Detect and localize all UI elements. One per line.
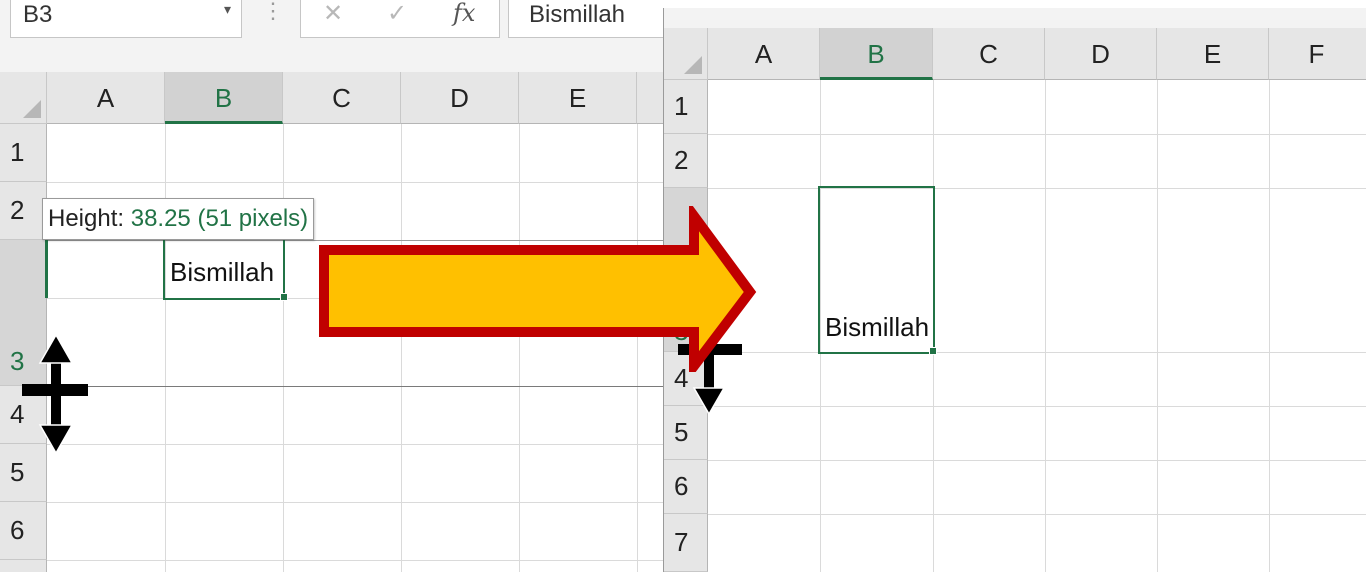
select-all-corner[interactable] (664, 28, 708, 80)
gridline (708, 188, 1366, 189)
row-height-tooltip: Height: 38.25 (51 pixels) (42, 198, 315, 240)
tooltip-label: Height: (48, 205, 125, 232)
tooltip-value: 38.25 (51 pixels) (130, 205, 309, 232)
enter-icon[interactable]: ✓ (387, 0, 407, 28)
gridline (708, 352, 1366, 353)
formula-input[interactable]: Bismillah (508, 0, 665, 38)
right-arrow-icon (319, 206, 757, 372)
row-header-2[interactable]: 2 (0, 182, 47, 240)
gridline (708, 406, 1366, 407)
row-header-6[interactable]: 6 (664, 460, 708, 514)
column-header-c[interactable]: C (933, 28, 1045, 80)
row-header-1[interactable]: 1 (0, 124, 47, 182)
column-header-c[interactable]: C (283, 72, 401, 124)
column-header-e[interactable]: E (1157, 28, 1269, 80)
column-header-d[interactable]: D (1045, 28, 1157, 80)
gridline (47, 560, 665, 561)
gridline (1157, 80, 1158, 572)
row-header-7[interactable] (0, 560, 47, 572)
gridline (165, 124, 166, 572)
gridline (1045, 80, 1046, 572)
column-header-e[interactable]: E (519, 72, 637, 124)
fill-handle[interactable] (280, 293, 288, 301)
column-header-b[interactable]: B (165, 72, 283, 124)
right-excel-window: A B C D E F 1 2 3 4 5 6 7 Bismillah (663, 8, 1366, 572)
fill-handle[interactable] (929, 347, 937, 355)
gridline (283, 124, 284, 572)
select-all-corner[interactable] (0, 72, 47, 124)
row-resize-cursor-icon (22, 335, 88, 455)
column-header-a[interactable]: A (708, 28, 820, 80)
right-cell-grid[interactable] (708, 80, 1366, 572)
formula-bar-grip-icon: ⋮ (262, 0, 284, 23)
cell-b3-text: Bismillah (825, 312, 930, 342)
insert-function-icon[interactable]: fx (453, 0, 475, 27)
column-header-d[interactable]: D (401, 72, 519, 124)
column-header-a[interactable]: A (47, 72, 165, 124)
resize-guide-line (47, 386, 665, 387)
cell-b3-text: Bismillah (170, 257, 275, 287)
top-strip (664, 8, 1366, 28)
chevron-down-icon[interactable]: ▾ (224, 1, 231, 18)
row-header-2[interactable]: 2 (664, 134, 708, 188)
column-header-f[interactable]: F (1269, 28, 1366, 80)
gridline (708, 134, 1366, 135)
formula-buttons: ✕ ✓ fx (300, 0, 500, 38)
selection-edge (45, 240, 48, 298)
row-header-1[interactable]: 1 (664, 80, 708, 134)
column-header-partial[interactable] (637, 72, 665, 124)
gridline (708, 460, 1366, 461)
gridline (708, 514, 1366, 515)
gridline (47, 182, 665, 183)
row-header-6[interactable]: 6 (0, 502, 47, 560)
name-box-value: B3 (23, 1, 53, 28)
row-header-7[interactable]: 7 (664, 514, 708, 572)
gridline (47, 444, 665, 445)
gridline (1269, 80, 1270, 572)
cancel-icon[interactable]: ✕ (323, 0, 343, 28)
gridline (47, 502, 665, 503)
column-header-b[interactable]: B (820, 28, 933, 80)
name-box[interactable]: B3 ▾ (10, 0, 242, 38)
